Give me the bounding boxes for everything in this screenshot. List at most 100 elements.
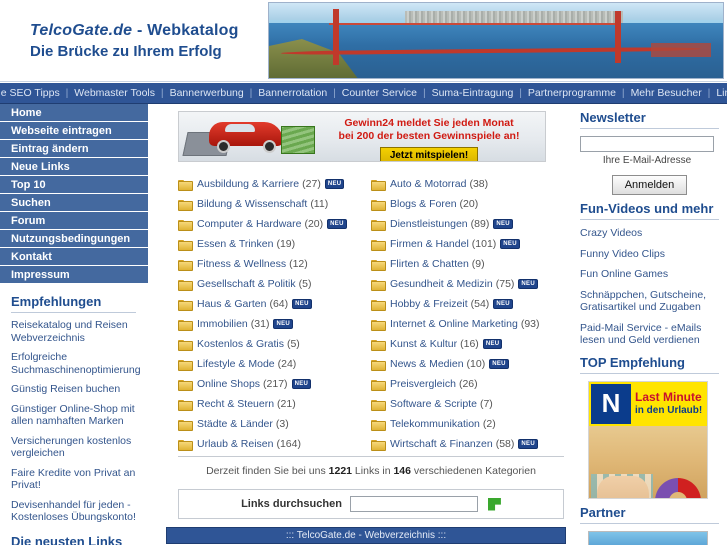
category-item[interactable]: Haus & Garten (64) NEU bbox=[178, 294, 371, 314]
category-link-4[interactable]: Fitness & Wellness bbox=[197, 258, 286, 270]
category-item[interactable]: Online Shops (217) NEU bbox=[178, 374, 371, 394]
sidebar-menu-item[interactable]: Forum bbox=[0, 212, 148, 230]
empfehlung-link-0[interactable]: Reisekatalog und Reisen Webverzeichnis bbox=[11, 319, 128, 344]
category-item[interactable]: Wirtschaft & Finanzen (58) NEU bbox=[371, 434, 564, 454]
sidebar-menu-link-6[interactable]: Forum bbox=[0, 212, 148, 230]
category-item[interactable]: Immobilien (31) NEU bbox=[178, 314, 371, 334]
top-nav-link-3[interactable]: Bannerrotation bbox=[258, 87, 327, 99]
category-item[interactable]: Preisvergleich (26) bbox=[371, 374, 564, 394]
category-item[interactable]: Blogs & Foren (20) bbox=[371, 194, 564, 214]
category-link-1[interactable]: Bildung & Wissenschaft bbox=[197, 198, 307, 210]
sidebar-menu-link-4[interactable]: Top 10 bbox=[0, 176, 148, 194]
last-minute-ad[interactable]: N Last Minute in den Urlaub! bbox=[588, 380, 708, 499]
category-item[interactable]: News & Medien (10) NEU bbox=[371, 354, 564, 374]
category-item[interactable]: Städte & Länder (3) bbox=[178, 414, 371, 434]
category-link-0[interactable]: Auto & Motorrad bbox=[390, 178, 466, 190]
category-item[interactable]: Flirten & Chatten (9) bbox=[371, 254, 564, 274]
category-link-10[interactable]: Online Shops bbox=[197, 378, 260, 390]
empfehlung-link-3[interactable]: Günstiger Online-Shop mit allen namhafte… bbox=[11, 403, 135, 428]
newsletter-submit-button[interactable]: Anmelden bbox=[611, 175, 688, 195]
category-link-10[interactable]: Preisvergleich bbox=[390, 378, 456, 390]
category-item[interactable]: Lifestyle & Mode (24) bbox=[178, 354, 371, 374]
empfehlung-link-5[interactable]: Faire Kredite von Privat an Privat! bbox=[11, 467, 135, 492]
top-nav-link-5[interactable]: Suma-Eintragung bbox=[432, 87, 514, 99]
top-nav-link-7[interactable]: Mehr Besucher bbox=[631, 87, 702, 99]
sidebar-menu-link-3[interactable]: Neue Links bbox=[0, 158, 148, 176]
top-nav-link-6[interactable]: Partnerprogramme bbox=[528, 87, 616, 99]
category-item[interactable]: Fitness & Wellness (12) bbox=[178, 254, 371, 274]
empfehlung-link-6[interactable]: Devisenhandel für jeden - Kostenloses Üb… bbox=[11, 499, 136, 524]
sidebar-menu-item[interactable]: Impressum bbox=[0, 266, 148, 284]
category-item[interactable]: Internet & Online Marketing (93) bbox=[371, 314, 564, 334]
sidebar-menu-item[interactable]: Kontakt bbox=[0, 248, 148, 266]
fun-link-2[interactable]: Fun Online Games bbox=[580, 268, 668, 280]
category-link-5[interactable]: Gesellschaft & Politik bbox=[197, 278, 296, 290]
sidebar-menu-link-8[interactable]: Kontakt bbox=[0, 248, 148, 266]
category-link-6[interactable]: Hobby & Freizeit bbox=[390, 298, 468, 310]
top-nav-link-4[interactable]: Counter Service bbox=[342, 87, 417, 99]
sidebar-menu-link-2[interactable]: Eintrag ändern bbox=[0, 140, 148, 158]
category-item[interactable]: Ausbildung & Karriere (27) NEU bbox=[178, 174, 371, 194]
category-item[interactable]: Telekommunikation (2) bbox=[371, 414, 564, 434]
category-link-2[interactable]: Dienstleistungen bbox=[390, 218, 468, 230]
category-item[interactable]: Kunst & Kultur (16) NEU bbox=[371, 334, 564, 354]
sidebar-menu-item[interactable]: Eintrag ändern bbox=[0, 140, 148, 158]
category-item[interactable]: Urlaub & Reisen (164) bbox=[178, 434, 371, 454]
category-link-8[interactable]: Kunst & Kultur bbox=[390, 338, 457, 350]
category-item[interactable]: Gesundheit & Medizin (75) NEU bbox=[371, 274, 564, 294]
category-link-11[interactable]: Software & Scripte bbox=[390, 398, 477, 410]
category-link-11[interactable]: Recht & Steuern bbox=[197, 398, 274, 410]
category-item[interactable]: Firmen & Handel (101) NEU bbox=[371, 234, 564, 254]
category-link-3[interactable]: Firmen & Handel bbox=[390, 238, 469, 250]
gewinn24-ad-banner[interactable]: Gewinn24 meldet Sie jeden Monat bei 200 … bbox=[178, 111, 546, 162]
top-nav-link-8[interactable]: Linkliste bbox=[716, 87, 727, 99]
category-item[interactable]: Recht & Steuern (21) bbox=[178, 394, 371, 414]
category-link-1[interactable]: Blogs & Foren bbox=[390, 198, 457, 210]
sidebar-menu-item[interactable]: Home bbox=[0, 104, 148, 122]
category-item[interactable]: Computer & Hardware (20) NEU bbox=[178, 214, 371, 234]
fun-link-1[interactable]: Funny Video Clips bbox=[580, 248, 665, 260]
category-link-12[interactable]: Telekommunikation bbox=[390, 418, 480, 430]
category-link-9[interactable]: News & Medien bbox=[390, 358, 464, 370]
category-item[interactable]: Dienstleistungen (89) NEU bbox=[371, 214, 564, 234]
newsletter-email-input[interactable] bbox=[580, 136, 714, 152]
category-link-13[interactable]: Urlaub & Reisen bbox=[197, 438, 273, 450]
category-item[interactable]: Kostenlos & Gratis (5) bbox=[178, 334, 371, 354]
category-item[interactable]: Bildung & Wissenschaft (11) bbox=[178, 194, 371, 214]
category-link-6[interactable]: Haus & Garten bbox=[197, 298, 266, 310]
fun-link-4[interactable]: Paid-Mail Service - eMails lesen und Gel… bbox=[580, 322, 701, 347]
sidebar-menu-link-9[interactable]: Impressum bbox=[0, 266, 148, 284]
category-item[interactable]: Essen & Trinken (19) bbox=[178, 234, 371, 254]
empfehlung-link-1[interactable]: Erfolgreiche Suchmaschinenoptimierung bbox=[11, 351, 141, 376]
fun-link-3[interactable]: Schnäppchen, Gutscheine, Gratisartikel u… bbox=[580, 289, 706, 314]
top-nav-link-1[interactable]: Webmaster Tools bbox=[74, 87, 155, 99]
category-item[interactable]: Software & Scripte (7) bbox=[371, 394, 564, 414]
empfehlung-link-4[interactable]: Versicherungen kostenlos vergleichen bbox=[11, 435, 131, 460]
category-item[interactable]: Hobby & Freizeit (54) NEU bbox=[371, 294, 564, 314]
search-input[interactable] bbox=[349, 496, 478, 512]
sidebar-menu-item[interactable]: Webseite eintragen bbox=[0, 122, 148, 140]
category-item[interactable]: Auto & Motorrad (38) bbox=[371, 174, 564, 194]
sidebar-menu-item[interactable]: Neue Links bbox=[0, 158, 148, 176]
category-link-2[interactable]: Computer & Hardware bbox=[197, 218, 301, 230]
category-link-0[interactable]: Ausbildung & Karriere bbox=[197, 178, 299, 190]
top-nav-link-0[interactable]: Google SEO Tipps bbox=[0, 87, 60, 99]
category-item[interactable]: Gesellschaft & Politik (5) bbox=[178, 274, 371, 294]
category-link-8[interactable]: Kostenlos & Gratis bbox=[197, 338, 284, 350]
category-link-13[interactable]: Wirtschaft & Finanzen bbox=[390, 438, 493, 450]
empfehlung-link-2[interactable]: Günstig Reisen buchen bbox=[11, 383, 120, 395]
category-link-7[interactable]: Internet & Online Marketing bbox=[390, 318, 518, 330]
sidebar-menu-item[interactable]: Nutzungsbedingungen bbox=[0, 230, 148, 248]
category-link-5[interactable]: Gesundheit & Medizin bbox=[390, 278, 493, 290]
go-arrow-icon[interactable] bbox=[487, 497, 501, 511]
category-link-3[interactable]: Essen & Trinken bbox=[197, 238, 273, 250]
ad-cta-button[interactable]: Jetzt mitspielen! bbox=[379, 147, 479, 161]
category-link-7[interactable]: Immobilien bbox=[197, 318, 248, 330]
partner-ad-banner[interactable] bbox=[588, 530, 708, 545]
sidebar-menu-link-1[interactable]: Webseite eintragen bbox=[0, 122, 148, 140]
category-link-12[interactable]: Städte & Länder bbox=[197, 418, 273, 430]
top-nav-link-2[interactable]: Bannerwerbung bbox=[170, 87, 244, 99]
category-link-9[interactable]: Lifestyle & Mode bbox=[197, 358, 275, 370]
fun-link-0[interactable]: Crazy Videos bbox=[580, 227, 642, 239]
sidebar-menu-link-7[interactable]: Nutzungsbedingungen bbox=[0, 230, 148, 248]
